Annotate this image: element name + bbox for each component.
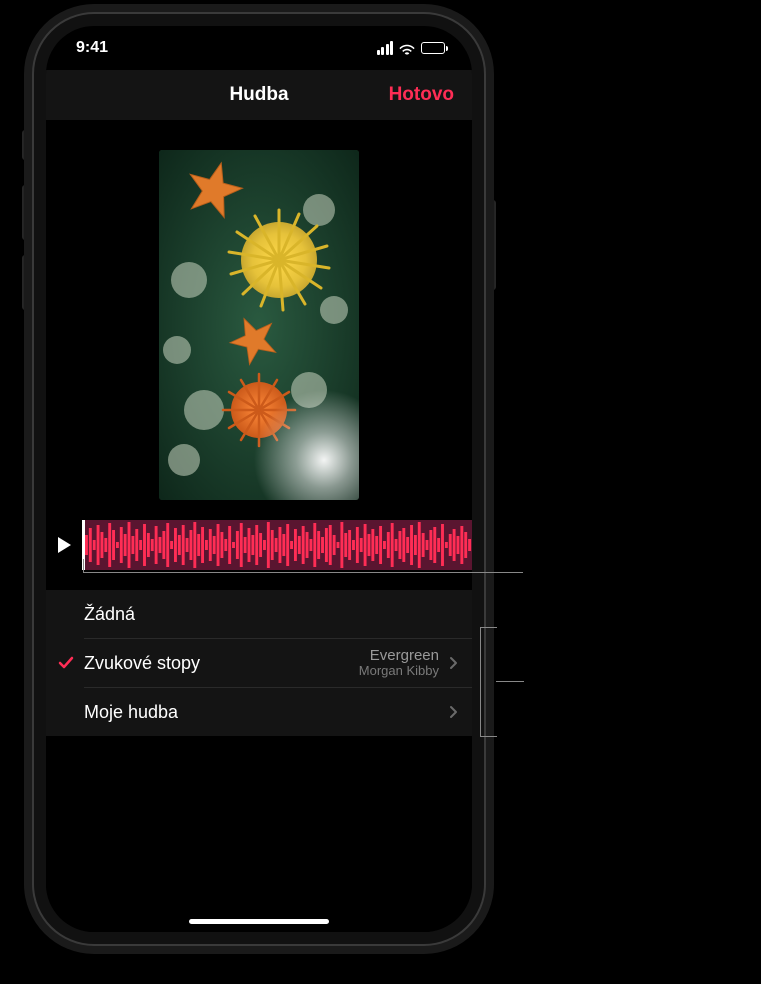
video-preview[interactable]: [159, 150, 359, 500]
chevron-right-icon: [449, 705, 458, 719]
done-button[interactable]: Hotovo: [389, 84, 454, 106]
callout-line-waveform: [83, 572, 523, 573]
screen: 9:41 Hudba Hotovo: [46, 26, 472, 932]
status-icons: [377, 41, 449, 55]
audio-row: [46, 520, 472, 570]
phone-frame: 9:41 Hudba Hotovo: [34, 14, 484, 944]
content-area: Žádná Zvukové stopy Evergreen Morgan Kib…: [46, 120, 472, 932]
callout-bracket-options: [480, 627, 497, 737]
chevron-right-icon: [449, 656, 458, 670]
play-button[interactable]: [46, 520, 82, 570]
current-track-artist: Morgan Kibby: [359, 664, 439, 678]
page-title: Hudba: [229, 84, 288, 106]
soundtrack-options: Žádná Zvukové stopy Evergreen Morgan Kib…: [46, 590, 472, 736]
volume-up-button: [22, 185, 28, 240]
audio-waveform[interactable]: [85, 520, 472, 570]
volume-down-button: [22, 255, 28, 310]
wifi-icon: [398, 42, 416, 55]
option-my-music[interactable]: Moje hudba: [46, 687, 472, 736]
option-soundtracks-detail: Evergreen Morgan Kibby: [359, 648, 439, 679]
option-my-music-label: Moje hudba: [84, 702, 449, 723]
callout-line-options: [496, 681, 524, 682]
notch: [159, 26, 359, 54]
home-indicator[interactable]: [189, 919, 329, 924]
option-none[interactable]: Žádná: [46, 590, 472, 638]
nav-bar: Hudba Hotovo: [46, 70, 472, 120]
silence-switch: [22, 130, 28, 160]
option-soundtracks-label: Zvukové stopy: [84, 653, 359, 674]
current-track-title: Evergreen: [359, 648, 439, 665]
checkmark-icon: [58, 655, 74, 671]
battery-icon: [421, 42, 448, 54]
status-time: 9:41: [76, 39, 108, 57]
option-none-label: Žádná: [84, 604, 458, 625]
cellular-signal-icon: [377, 41, 394, 55]
power-button: [490, 200, 496, 290]
option-soundtracks[interactable]: Zvukové stopy Evergreen Morgan Kibby: [46, 638, 472, 687]
